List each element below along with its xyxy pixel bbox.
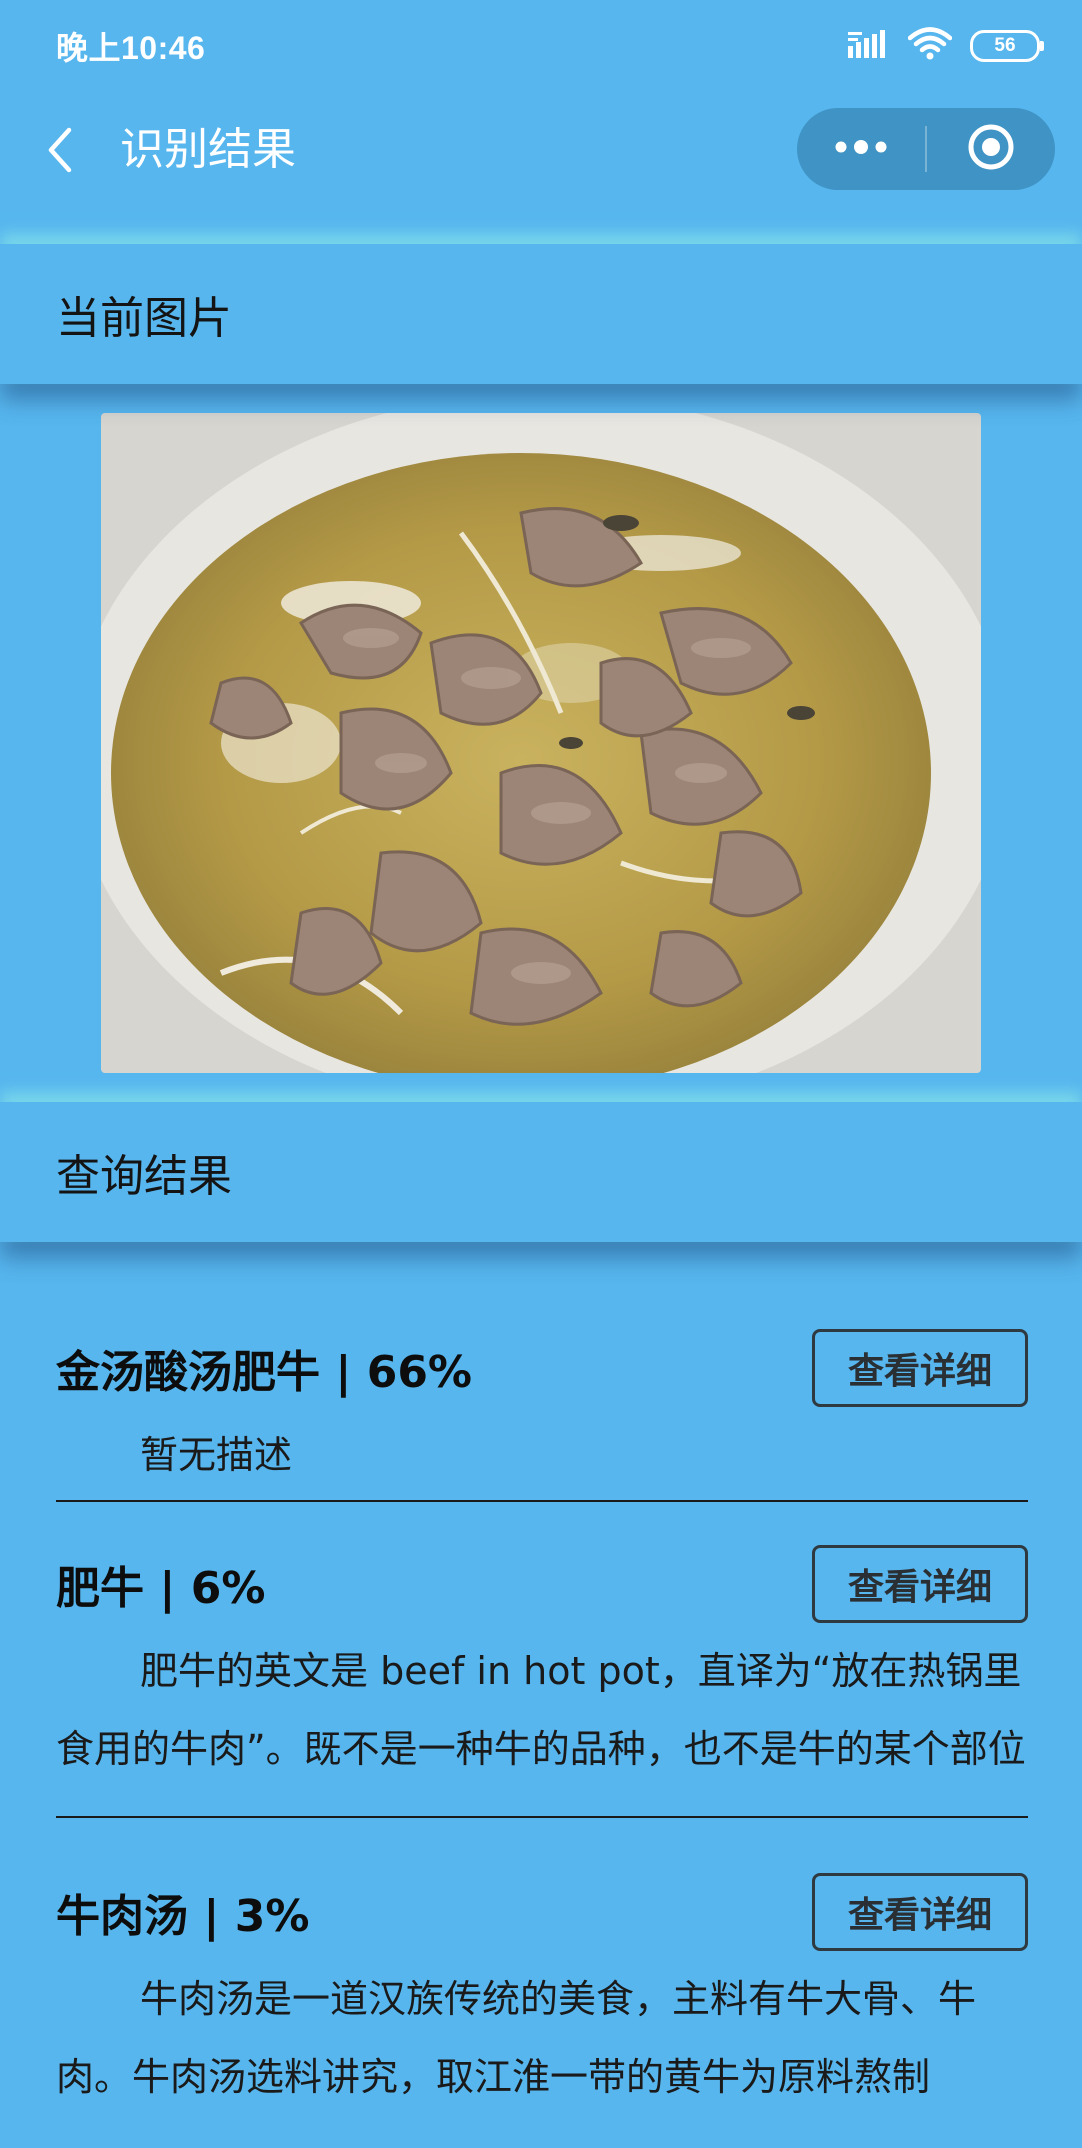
status-icons: 56 [848, 27, 1044, 65]
more-button[interactable] [797, 108, 925, 190]
battery-icon: 56 [970, 30, 1044, 62]
result-name: 牛肉汤 | 3% [56, 1891, 310, 1942]
result-name: 金汤酸汤肥牛 | 66% [56, 1347, 473, 1398]
view-detail-button[interactable]: 查看详细 [812, 1545, 1028, 1623]
section-header-current-image: 当前图片 [0, 244, 1082, 384]
page-title: 识别结果 [120, 124, 296, 175]
result-description: 牛肉汤是一道汉族传统的美食，主料有牛大骨、牛肉。牛肉汤选料讲究，取江淮一带的黄牛… [56, 1977, 977, 2099]
section-title-current-image: 当前图片 [56, 293, 232, 344]
result-item: 金汤酸汤肥牛 | 66% 查看详细 暂无描述 [56, 1300, 1028, 1502]
status-bar: 晚上10:46 56 [0, 0, 1082, 92]
result-header: 肥牛 | 6% 查看详细 [56, 1542, 1028, 1626]
view-detail-button[interactable]: 查看详细 [812, 1329, 1028, 1407]
capsule-menu [797, 108, 1055, 190]
wifi-icon [907, 27, 953, 65]
result-header: 金汤酸汤肥牛 | 66% 查看详细 [56, 1326, 1028, 1410]
nav-bar: 识别结果 [0, 92, 1082, 212]
section-title-query-result: 查询结果 [56, 1151, 232, 1202]
signal-icon [848, 30, 890, 62]
result-header: 牛肉汤 | 3% 查看详细 [56, 1870, 1028, 1954]
status-time: 晚上10:46 [56, 30, 206, 66]
back-icon[interactable] [40, 120, 80, 180]
result-description: 肥牛的英文是 beef in hot pot，直译为“放在热锅里食用的牛肉”。既… [56, 1649, 1026, 1771]
close-miniprogram-icon [967, 123, 1015, 175]
result-list: 金汤酸汤肥牛 | 66% 查看详细 暂无描述 肥牛 | 6% 查看详细 肥牛的英… [56, 1300, 1028, 2148]
result-item: 牛肉汤 | 3% 查看详细 牛肉汤是一道汉族传统的美食，主料有牛大骨、牛肉。牛肉… [56, 1818, 1028, 2148]
battery-level: 56 [994, 35, 1016, 56]
view-detail-button[interactable]: 查看详细 [812, 1873, 1028, 1951]
close-miniprogram-button[interactable] [927, 108, 1055, 190]
result-description: 暂无描述 [140, 1433, 293, 1477]
result-name: 肥牛 | 6% [56, 1563, 266, 1614]
result-item: 肥牛 | 6% 查看详细 肥牛的英文是 beef in hot pot，直译为“… [56, 1502, 1028, 1818]
more-icon [833, 139, 889, 159]
food-photo [101, 413, 981, 1073]
section-header-query-result: 查询结果 [0, 1102, 1082, 1242]
